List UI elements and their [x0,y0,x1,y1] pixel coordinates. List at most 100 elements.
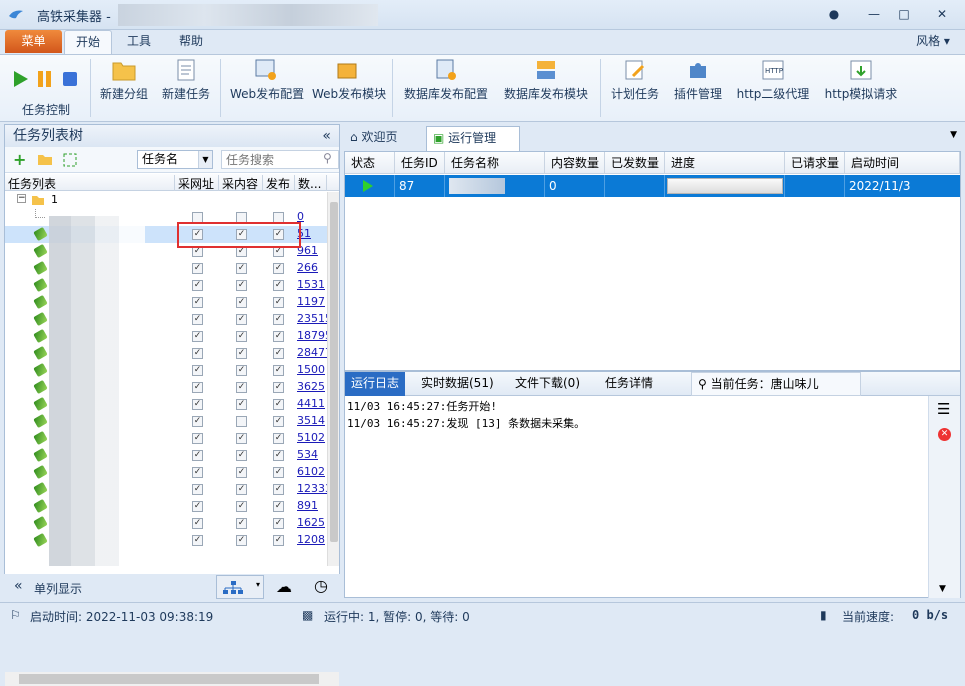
checkbox[interactable] [273,263,284,274]
checkbox[interactable] [273,314,284,325]
task-count-link[interactable]: 23515 [297,312,327,325]
web-publish-config-button[interactable]: Web发布配置 [230,58,304,106]
scroll-thumb[interactable] [330,202,338,542]
task-count-link[interactable]: 3625 [297,380,325,393]
checkbox[interactable] [192,314,203,325]
task-count-link[interactable]: 266 [297,261,318,274]
checkbox[interactable] [236,331,247,342]
checkbox[interactable] [236,263,247,274]
checkbox[interactable] [236,484,247,495]
th-published-count[interactable]: 已发数量 [605,152,665,174]
tab-help[interactable]: 帮助 [166,30,216,54]
tree-root-row[interactable]: − 1 [5,192,327,209]
checkbox[interactable] [236,416,247,427]
task-count-link[interactable]: 1625 [297,516,325,529]
checkbox[interactable] [192,348,203,359]
checkbox[interactable] [236,433,247,444]
add-icon[interactable]: + [13,150,26,169]
checkbox[interactable] [236,399,247,410]
checkbox[interactable] [273,433,284,444]
task-count-link[interactable]: 28477 [297,346,327,359]
single-column-button[interactable]: 单列显示 [34,580,82,597]
new-task-button[interactable]: 新建任务 [160,58,212,106]
checkbox[interactable] [192,484,203,495]
checkbox[interactable] [273,399,284,410]
http-sim-button[interactable]: http模拟请求 [822,58,900,106]
checkbox[interactable] [236,348,247,359]
checkbox[interactable] [273,535,284,546]
tab-run-log[interactable]: 运行日志 [345,372,406,396]
chevron-down-icon[interactable]: ▼ [198,151,212,168]
task-count-link[interactable]: 891 [297,499,318,512]
checkbox[interactable] [273,467,284,478]
checkbox[interactable] [192,331,203,342]
checkbox[interactable] [273,416,284,427]
task-count-link[interactable]: 12333 [297,482,327,495]
checkbox[interactable] [192,382,203,393]
th-start-time[interactable]: 启动时间 [845,152,960,174]
checkbox[interactable] [236,535,247,546]
col-publish[interactable]: 发布 [263,175,295,191]
checkbox[interactable] [192,518,203,529]
col-collect-content[interactable]: 采内容 [219,175,263,191]
tree-collapse-toggle[interactable]: − [17,194,26,203]
checkbox[interactable] [273,331,284,342]
checkbox[interactable] [273,518,284,529]
checkbox[interactable] [273,382,284,393]
task-search-input[interactable] [221,150,339,169]
checkbox[interactable] [192,501,203,512]
checkbox[interactable] [273,348,284,359]
tab-welcome[interactable]: ⌂ 欢迎页 [344,126,424,151]
checkbox[interactable] [192,297,203,308]
task-count-link[interactable]: 3514 [297,414,325,427]
maximize-icon[interactable]: □ [896,6,912,22]
checkbox[interactable] [273,501,284,512]
tree-layout-button[interactable]: ▾ [216,575,264,599]
checkbox[interactable] [236,280,247,291]
checkbox[interactable] [236,467,247,478]
th-content-count[interactable]: 内容数量 [545,152,605,174]
task-count-link[interactable]: 534 [297,448,318,461]
tab-task-detail[interactable]: 任务详情 [605,372,653,396]
search-icon[interactable]: ⚲ [323,151,332,165]
menu-tab[interactable]: 菜单 [5,30,62,53]
tree-vertical-scrollbar[interactable] [327,192,339,566]
collapse-icon[interactable]: « [322,125,331,147]
task-count-link[interactable]: 4411 [297,397,325,410]
folder-open-icon[interactable] [37,153,53,166]
web-publish-module-button[interactable]: Web发布模块 [312,58,386,106]
col-task-list[interactable]: 任务列表 [5,175,175,191]
checkbox[interactable] [192,535,203,546]
checkbox[interactable] [192,263,203,274]
task-count-link[interactable]: 1500 [297,363,325,376]
user-icon[interactable]: ● [826,6,842,22]
db-publish-module-button[interactable]: 数据库发布模块 [500,58,592,106]
tab-tools[interactable]: 工具 [116,30,162,54]
checkbox[interactable] [273,297,284,308]
th-progress[interactable]: 进度 [665,152,785,174]
hscroll-thumb[interactable] [19,674,319,684]
clock-icon[interactable]: ◷ [314,576,328,595]
expand-icon[interactable] [63,153,77,167]
task-count-link[interactable]: 1208 [297,533,325,546]
checkbox[interactable] [192,433,203,444]
task-count-link[interactable]: 18795 [297,329,327,342]
checkbox[interactable] [273,450,284,461]
tab-file-download[interactable]: 文件下载(0) [515,372,580,396]
task-count-link[interactable]: 5102 [297,431,325,444]
minimize-icon[interactable]: — [866,6,882,22]
checkbox[interactable] [236,365,247,376]
filter-select[interactable]: 任务名 ▼ [137,150,213,169]
checkbox[interactable] [236,314,247,325]
checkbox[interactable] [192,365,203,376]
tab-realtime-data[interactable]: 实时数据(51) [421,372,494,396]
cloud-download-icon[interactable]: ☁ [276,577,292,596]
style-menu[interactable]: 风格 ▾ [908,30,958,54]
col-count[interactable]: 数... [295,175,327,191]
plugin-manage-button[interactable]: 插件管理 [670,58,726,106]
new-group-button[interactable]: 新建分组 [98,58,150,106]
task-count-link[interactable]: 1531 [297,278,325,291]
clear-log-icon[interactable]: ✕ [938,428,951,441]
table-row[interactable]: 87 0 2022/11/3 16:45:27 [345,175,960,215]
checkbox[interactable] [192,467,203,478]
